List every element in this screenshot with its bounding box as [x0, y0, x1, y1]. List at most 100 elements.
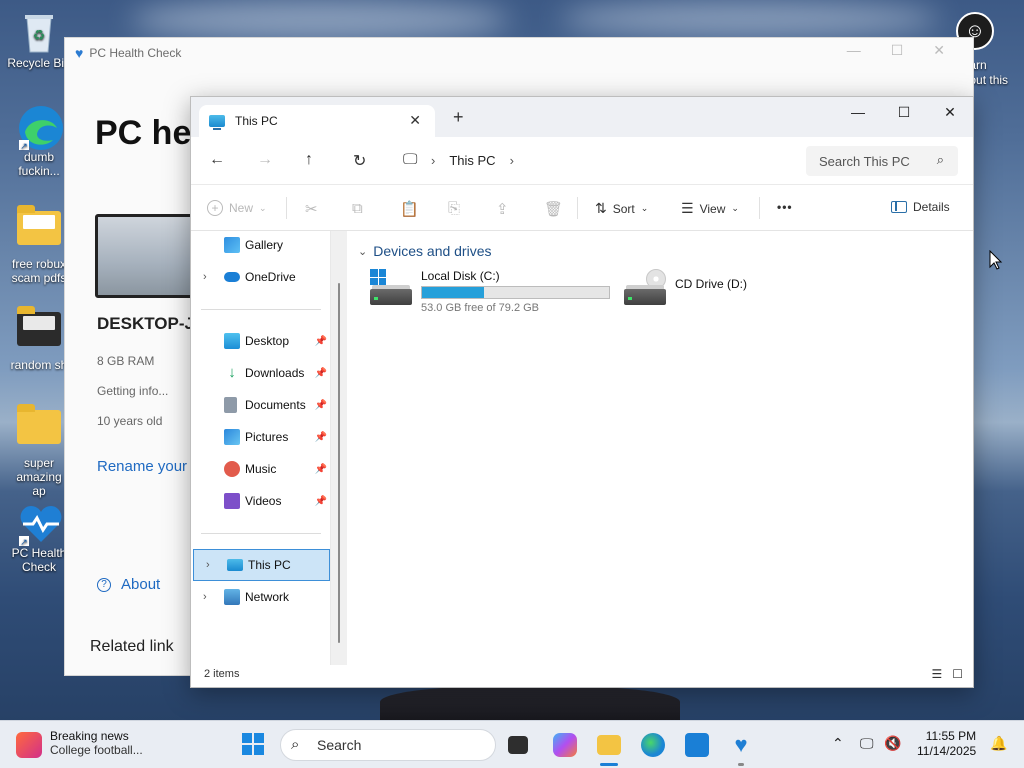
rename-icon[interactable]: ⎘ [448, 200, 460, 217]
view-list-icon: ☰ [681, 200, 694, 216]
taskbar-search-input[interactable]: ⌕ Search [280, 729, 496, 761]
nav-item-downloads[interactable]: ↓ Downloads 📌 [191, 358, 331, 388]
breadcrumb[interactable]: › This PC › [403, 153, 514, 168]
clock[interactable]: 11:55 PM 11/14/2025 [917, 729, 976, 759]
maximize-icon[interactable]: ☐ [881, 97, 927, 127]
command-bar: + New ⌄ ✂ ⧉ 📋 ⎘ ⇪ 🗑 ⇅ Sort ⌄ ☰ View ⌄ ••… [191, 185, 973, 231]
nav-item-documents[interactable]: Documents 📌 [191, 390, 331, 420]
wallpaper-cloud [130, 0, 510, 40]
tab-this-pc[interactable]: This PC ✕ [199, 105, 435, 137]
about-link[interactable]: ? About [97, 576, 160, 593]
cut-icon[interactable]: ✂ [305, 200, 318, 218]
nav-item-label: OneDrive [245, 270, 296, 284]
cd-drive-icon [624, 269, 666, 305]
windows-logo-icon [370, 269, 386, 285]
file-explorer-taskbar-icon[interactable] [597, 735, 621, 755]
pin-icon[interactable]: 📌 [315, 464, 327, 475]
chevron-up-icon[interactable]: ⌃ [832, 735, 844, 752]
chevron-right-icon[interactable]: › [431, 153, 435, 168]
large-icons-view-icon[interactable]: ☐ [952, 667, 963, 681]
desktop-icon-label: dumb fuckin... [18, 150, 60, 178]
phc-titlebar[interactable]: ♥ PC Health Check [65, 38, 973, 68]
edge-icon[interactable] [641, 733, 665, 757]
copy-icon[interactable]: ⧉ [352, 200, 363, 217]
related-links-heading: Related link [90, 638, 174, 655]
health-check-taskbar-icon[interactable]: ♥ [729, 733, 753, 757]
divider [577, 197, 578, 219]
chevron-right-icon[interactable]: › [510, 153, 514, 168]
new-button[interactable]: + New ⌄ [207, 200, 267, 216]
file-explorer-window[interactable]: This PC ✕ + — ☐ ✕ ← → ↑ ↻ 🖵 › This PC › … [190, 96, 974, 688]
details-button[interactable]: Details [891, 200, 950, 214]
gallery-icon [224, 237, 240, 253]
nav-item-network[interactable]: › Network [191, 582, 331, 612]
forward-arrow-icon[interactable]: → [257, 151, 273, 169]
chevron-right-icon[interactable]: › [203, 591, 207, 603]
copilot-icon[interactable] [553, 733, 577, 757]
new-button-label: New [229, 201, 254, 215]
phc-window-title: PC Health Check [89, 46, 182, 60]
drive-local-disk-c[interactable]: Local Disk (C:) 53.0 GB free of 79.2 GB [370, 269, 610, 314]
view-button[interactable]: ☰ View ⌄ [681, 200, 739, 217]
details-view-icon[interactable]: ☰ [931, 667, 942, 681]
ram-info: 8 GB RAM [97, 354, 155, 368]
maximize-icon[interactable]: ☐ [891, 42, 904, 59]
minimize-icon[interactable]: — [835, 97, 881, 127]
search-placeholder: Search This PC [819, 153, 910, 169]
nav-item-gallery[interactable]: Gallery [191, 230, 331, 260]
search-input[interactable]: Search This PC ⌕ [806, 146, 958, 176]
close-icon[interactable]: ✕ [927, 97, 973, 127]
recycle-bin-icon: ♻ [17, 10, 61, 54]
nav-item-music[interactable]: Music 📌 [191, 454, 331, 484]
nav-item-desktop[interactable]: Desktop 📌 [191, 326, 331, 356]
rename-pc-link[interactable]: Rename your [97, 458, 187, 475]
pin-icon[interactable]: 📌 [315, 432, 327, 443]
chevron-right-icon[interactable]: › [203, 271, 207, 283]
back-arrow-icon[interactable]: ← [209, 151, 225, 169]
volume-muted-icon[interactable]: 🔇 [884, 735, 901, 752]
nav-item-label: Videos [245, 494, 282, 508]
nav-item-onedrive[interactable]: › OneDrive [191, 262, 331, 292]
cloud-icon [224, 272, 240, 282]
share-icon[interactable]: ⇪ [496, 200, 509, 218]
music-note-icon [224, 461, 240, 477]
drive-cd-d[interactable]: CD Drive (D:) [624, 269, 747, 305]
nav-item-this-pc[interactable]: › This PC [193, 549, 330, 581]
up-arrow-icon[interactable]: ↑ [305, 151, 313, 169]
nav-item-videos[interactable]: Videos 📌 [191, 486, 331, 516]
microsoft-store-icon[interactable] [685, 733, 709, 757]
refresh-icon[interactable]: ↻ [353, 151, 366, 171]
pin-icon[interactable]: 📌 [315, 336, 327, 347]
minimize-icon[interactable]: — [847, 42, 861, 59]
navigation-scrollbar[interactable] [331, 231, 347, 665]
notification-bell-icon[interactable]: 🔔 [990, 735, 1007, 752]
close-tab-icon[interactable]: ✕ [409, 112, 421, 129]
folder-icon [17, 306, 61, 356]
start-button[interactable] [242, 733, 264, 755]
nav-item-pictures[interactable]: Pictures 📌 [191, 422, 331, 452]
new-tab-icon[interactable]: + [453, 107, 464, 128]
delete-icon[interactable]: 🗑 [544, 200, 563, 218]
edge-shortcut-icon: ↗ [17, 104, 63, 151]
health-heart-icon: ♥ [75, 45, 84, 61]
close-icon[interactable]: ✕ [933, 42, 945, 59]
task-view-icon[interactable] [508, 736, 528, 754]
more-options-icon[interactable]: ••• [777, 200, 793, 214]
desktop-icon-label: super amazing ap [16, 456, 62, 498]
devices-group-header[interactable]: ⌄ Devices and drives [358, 243, 492, 259]
pin-icon[interactable]: 📌 [315, 400, 327, 411]
plus-circle-icon: + [207, 200, 223, 216]
explorer-tab-strip[interactable]: This PC ✕ + — ☐ ✕ [191, 97, 973, 137]
folder-icon [17, 404, 61, 454]
display-icon[interactable]: 🖵 [860, 735, 874, 752]
scrollbar-thumb[interactable] [338, 283, 340, 643]
paste-icon[interactable]: 📋 [400, 200, 419, 218]
pin-icon[interactable]: 📌 [315, 368, 327, 379]
breadcrumb-this-pc[interactable]: This PC [449, 153, 495, 168]
pin-icon[interactable]: 📌 [315, 496, 327, 507]
news-icon [16, 732, 42, 758]
chevron-right-icon[interactable]: › [206, 559, 210, 571]
sort-button[interactable]: ⇅ Sort ⌄ [595, 200, 648, 217]
taskbar: Breaking news College football... ⌕ Sear… [0, 720, 1024, 768]
news-widget[interactable]: Breaking news College football... [16, 729, 143, 758]
